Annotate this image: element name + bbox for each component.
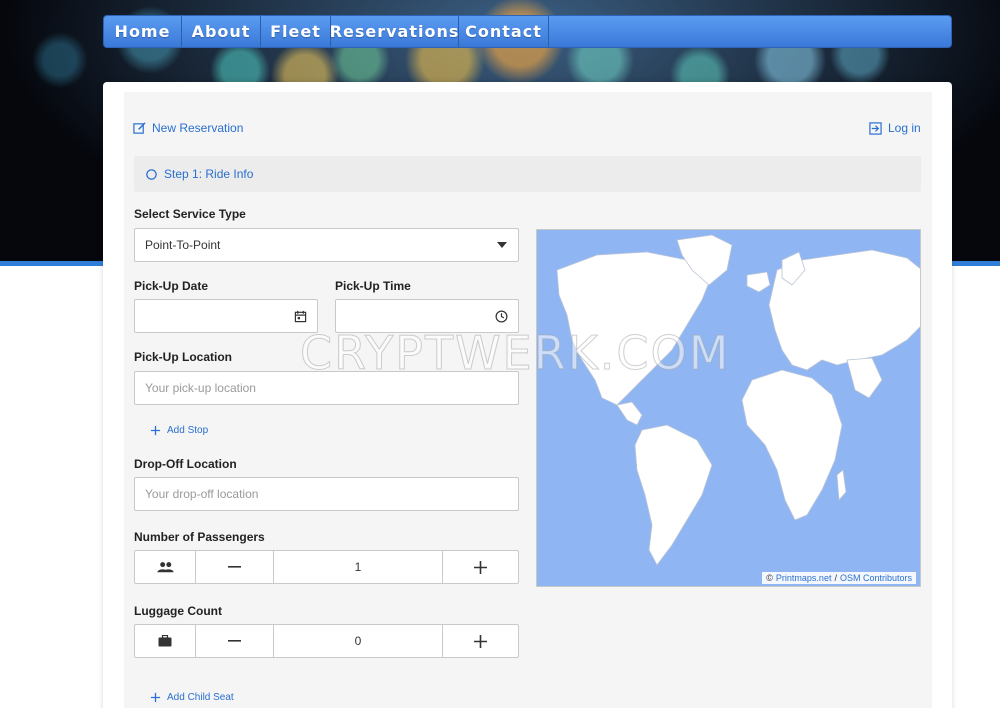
luggage-value[interactable]: 0: [274, 625, 443, 657]
add-child-seat-label: Add Child Seat: [167, 692, 234, 703]
dropoff-location-field[interactable]: [134, 477, 519, 511]
caret-down-icon: [497, 242, 507, 248]
passengers-decrement-button[interactable]: [196, 551, 274, 583]
route-map[interactable]: © Printmaps.net / OSM Contributors: [536, 229, 921, 587]
service-type-label: Select Service Type: [134, 207, 246, 221]
map-credit: © Printmaps.net / OSM Contributors: [762, 572, 916, 584]
luggage-decrement-button[interactable]: [196, 625, 274, 657]
plus-icon: [150, 692, 161, 703]
plus-icon: [150, 425, 161, 436]
add-stop-link[interactable]: Add Stop: [150, 425, 208, 436]
add-child-seat-link[interactable]: Add Child Seat: [150, 692, 234, 703]
pickup-location-input[interactable]: [145, 381, 508, 395]
luggage-stepper: 0: [134, 624, 519, 658]
pickup-location-label: Pick-Up Location: [134, 350, 233, 364]
passengers-increment-button[interactable]: [443, 551, 518, 583]
world-map-image: [556, 234, 920, 566]
passengers-label: Number of Passengers: [134, 530, 265, 544]
luggage-increment-button[interactable]: [443, 625, 518, 657]
add-stop-label: Add Stop: [167, 425, 209, 436]
pickup-time-input[interactable]: [335, 299, 519, 333]
login-link[interactable]: Log in: [869, 121, 921, 135]
new-reservation-label: New Reservation: [152, 121, 244, 135]
nav-about[interactable]: About: [182, 16, 261, 47]
main-navbar: Home About Fleet Reservations Contact: [103, 15, 952, 48]
minus-icon: [228, 640, 241, 642]
nav-contact[interactable]: Contact: [459, 16, 549, 47]
osm-contributors-link[interactable]: OSM Contributors: [840, 573, 912, 583]
nav-home[interactable]: Home: [104, 16, 182, 47]
pickup-location-field[interactable]: [134, 371, 519, 405]
service-type-select[interactable]: Point-To-Point: [134, 228, 519, 262]
plus-icon: [474, 560, 487, 574]
service-type-value: Point-To-Point: [145, 238, 221, 252]
login-label: Log in: [888, 121, 921, 135]
passengers-value[interactable]: 1: [274, 551, 443, 583]
plus-icon: [474, 634, 487, 648]
edit-icon: [133, 121, 146, 134]
passengers-stepper: 1: [134, 550, 519, 584]
printmaps-link[interactable]: Printmaps.net: [776, 573, 832, 583]
passengers-icon-cell: [135, 551, 196, 583]
minus-icon: [228, 566, 241, 568]
map-credit-prefix: ©: [766, 573, 773, 583]
nav-fleet[interactable]: Fleet: [261, 16, 331, 47]
step-label: Step 1: Ride Info: [164, 167, 254, 181]
nav-reservations[interactable]: Reservations: [330, 16, 459, 47]
pickup-time-label: Pick-Up Time: [335, 279, 411, 293]
briefcase-icon: [158, 635, 172, 647]
pickup-date-label: Pick-Up Date: [134, 279, 209, 293]
new-reservation-link[interactable]: New Reservation: [133, 121, 243, 135]
luggage-icon-cell: [135, 625, 196, 657]
login-icon: [869, 121, 882, 135]
circle-icon: [146, 168, 157, 180]
pickup-date-input[interactable]: [134, 299, 318, 333]
step-indicator[interactable]: Step 1: Ride Info: [145, 167, 253, 181]
map-credit-separator: /: [834, 573, 837, 583]
luggage-label: Luggage Count: [134, 604, 222, 618]
people-icon: [156, 562, 174, 573]
calendar-icon[interactable]: [294, 310, 307, 323]
clock-icon[interactable]: [495, 310, 508, 323]
dropoff-location-input[interactable]: [145, 487, 508, 501]
dropoff-location-label: Drop-Off Location: [134, 457, 237, 471]
